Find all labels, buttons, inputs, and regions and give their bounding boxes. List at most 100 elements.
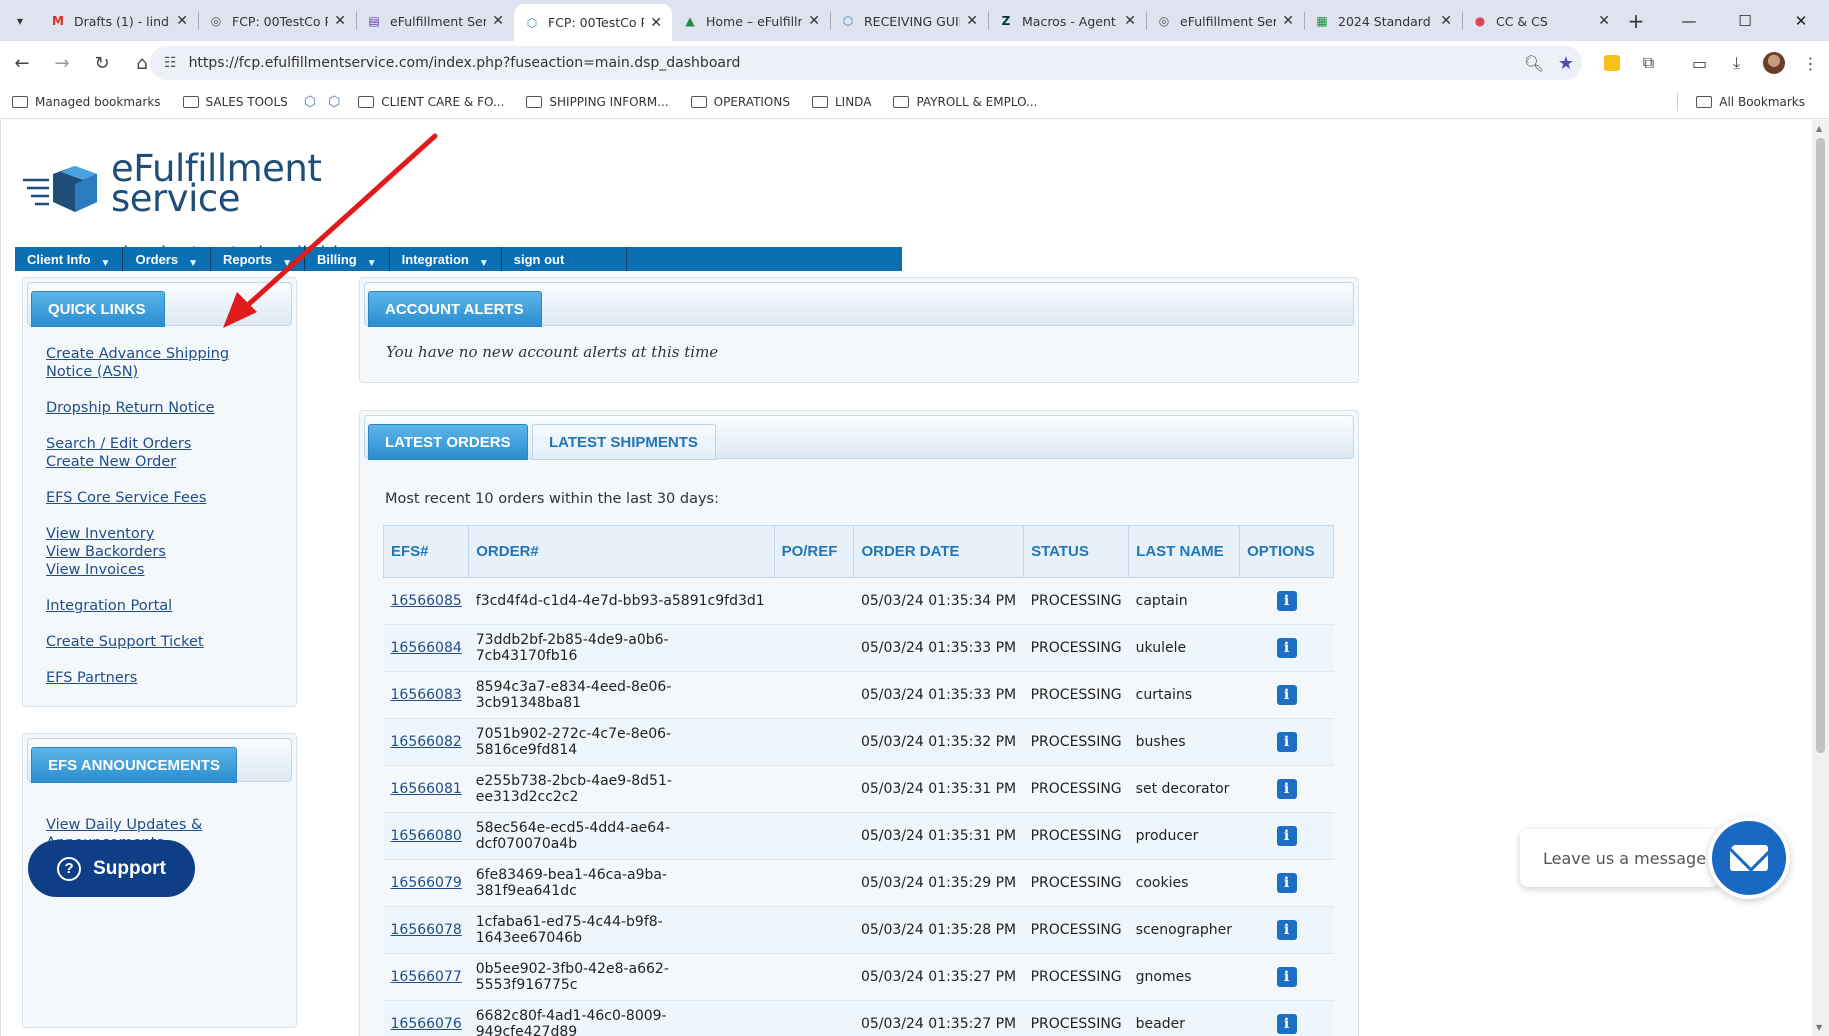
close-tab-icon[interactable]: ✕ [966,13,978,29]
efs-number-cell: 16566084 [383,624,469,672]
quick-link[interactable]: Create New Order [46,453,266,471]
bookmark-item[interactable]: CLIENT CARE & FO... [346,95,514,109]
address-bar[interactable]: ☷ https://fcp.efulfillmentservice.com/in… [150,46,1582,80]
menu-item-orders[interactable]: Orders ▼ [123,247,211,271]
browser-tab[interactable]: ▲ Home – eFulfillm ✕ [672,4,830,38]
close-tab-icon[interactable]: ✕ [1124,13,1136,29]
browser-tab[interactable]: ⬡ FCP: 00TestCo P ✕ [514,4,672,41]
options-cell: i [1239,718,1334,766]
back-icon[interactable]: ← [4,45,40,81]
browser-tab[interactable]: ▦ 2024 Standard P ✕ [1304,4,1462,38]
url-text[interactable]: https://fcp.efulfillmentservice.com/inde… [189,55,1518,71]
options-cell: i [1239,859,1334,907]
efs-number-link[interactable]: 16566080 [391,828,462,844]
minimize-icon[interactable]: — [1661,0,1717,41]
quick-link[interactable]: Search / Edit Orders [46,435,266,453]
maximize-icon[interactable]: ☐ [1717,0,1773,41]
quick-link[interactable]: Create Advance Shipping Notice (ASN) [46,345,266,381]
close-tab-icon[interactable]: ✕ [1282,13,1294,29]
zoom-icon[interactable]: 🔍︎ [1518,54,1550,73]
download-icon[interactable]: ⤓ [1718,53,1755,73]
bookmark-item[interactable]: PAYROLL & EMPLO... [881,95,1047,109]
info-icon[interactable]: i [1276,873,1297,893]
browser-tab[interactable]: ● CC & CS ✕ [1462,4,1620,38]
bookmark-item[interactable]: OPERATIONS [679,95,800,109]
menu-item-client-info[interactable]: Client Info ▼ [15,247,124,271]
efs-number-link[interactable]: 16566081 [391,781,462,797]
close-tab-icon[interactable]: ✕ [808,13,820,29]
tab-latest-shipments[interactable]: LATEST SHIPMENTS [532,424,716,460]
info-icon[interactable]: i [1276,732,1297,752]
efs-number-link[interactable]: 16566082 [391,734,462,750]
efs-number-link[interactable]: 16566079 [391,875,462,891]
quick-link[interactable]: Create Support Ticket [46,633,266,651]
chat-prompt[interactable]: Leave us a message! [1520,829,1720,887]
close-tab-icon[interactable]: ✕ [334,13,346,29]
efs-number-link[interactable]: 16566083 [391,687,462,703]
efs-number-link[interactable]: 16566078 [391,922,462,938]
table-row: 16566085 f3cd4f4d-c1d4-4e7d-bb93-a5891c9f… [383,577,1334,625]
bookmark-item[interactable]: Managed bookmarks [0,95,171,109]
bookmark-item[interactable]: SALES TOOLS [171,95,298,109]
more-menu-icon[interactable]: ⋮ [1792,54,1829,73]
support-button[interactable]: ? Support [28,840,195,897]
efs-number-link[interactable]: 16566076 [391,1016,462,1032]
quick-link[interactable]: EFS Partners [46,669,266,687]
menu-item-integration[interactable]: Integration ▼ [390,247,502,271]
bookmark-item[interactable]: ⬡ [298,94,322,110]
page-scrollbar[interactable]: ▲ ▼ [1812,120,1829,1036]
bookmark-item[interactable]: SHIPPING INFORM... [514,95,678,109]
close-tab-icon[interactable]: ✕ [176,13,188,29]
scrollbar-thumb[interactable] [1816,138,1825,753]
close-tab-icon[interactable]: ✕ [650,15,662,31]
close-tab-icon[interactable]: ✕ [1598,13,1610,29]
quick-link[interactable]: View Invoices [46,561,266,579]
tab-latest-orders[interactable]: LATEST ORDERS [368,424,528,460]
scroll-down-icon[interactable]: ▼ [1816,1023,1822,1032]
efs-number-link[interactable]: 16566085 [391,593,462,609]
all-bookmarks-button[interactable]: All Bookmarks [1671,92,1815,111]
quick-link[interactable]: View Inventory [46,525,266,543]
info-icon[interactable]: i [1276,967,1297,987]
scroll-up-icon[interactable]: ▲ [1816,124,1822,133]
quick-link[interactable]: EFS Core Service Fees [46,489,266,507]
options-cell: i [1239,577,1334,625]
browser-tab[interactable]: ⬡ RECEIVING GUID ✕ [830,4,988,38]
bookmark-item[interactable]: LINDA [800,95,881,109]
efs-number-link[interactable]: 16566084 [391,640,462,656]
info-icon[interactable]: i [1276,920,1297,940]
close-tab-icon[interactable]: ✕ [492,13,504,29]
browser-tab[interactable]: Z Macros - Agent ✕ [988,4,1146,38]
reload-icon[interactable]: ↻ [84,45,120,81]
info-icon[interactable]: i [1276,779,1297,799]
menu-item-billing[interactable]: Billing ▼ [305,247,390,271]
extensions-puzzle-icon[interactable]: ⧉ [1630,53,1667,73]
browser-tab[interactable]: ◎ FCP: 00TestCo P ✕ [198,4,356,38]
info-icon[interactable]: i [1276,638,1297,658]
forward-icon[interactable]: → [44,45,80,81]
bookmark-star-icon[interactable]: ★ [1550,53,1582,74]
quick-link[interactable]: View Backorders [46,543,266,561]
chat-launcher-button[interactable] [1708,817,1790,899]
cast-icon[interactable]: ▭ [1681,54,1718,73]
extension-yellow-icon[interactable] [1593,55,1630,71]
menu-item-reports[interactable]: Reports ▼ [211,247,306,271]
bookmark-item[interactable]: ⬡ [322,94,346,110]
browser-tab[interactable]: ▤ eFulfillment Ser ✕ [356,4,514,38]
tab-search-icon[interactable]: ▾ [0,0,40,41]
new-tab-button[interactable]: + [1620,4,1652,38]
efs-number-link[interactable]: 16566077 [391,969,462,985]
info-icon[interactable]: i [1276,591,1297,611]
info-icon[interactable]: i [1276,685,1297,705]
quick-link[interactable]: Dropship Return Notice [46,399,266,417]
close-window-icon[interactable]: ✕ [1773,0,1829,41]
menu-item-sign-out[interactable]: sign out [502,247,628,271]
info-icon[interactable]: i [1276,1014,1297,1035]
quick-link[interactable]: Integration Portal [46,597,266,615]
profile-avatar[interactable] [1755,52,1792,74]
close-tab-icon[interactable]: ✕ [1440,13,1452,29]
browser-tab[interactable]: ◎ eFulfillment Ser ✕ [1146,4,1304,38]
site-info-icon[interactable]: ☷ [164,55,177,71]
info-icon[interactable]: i [1276,826,1297,846]
browser-tab[interactable]: M Drafts (1) - linda ✕ [40,4,198,38]
